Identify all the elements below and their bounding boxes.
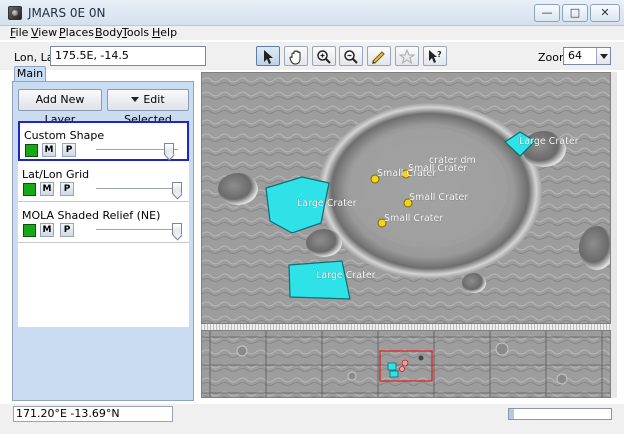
opacity-slider-thumb[interactable] [172,182,182,194]
layer-panner-toggle[interactable]: P [60,223,74,237]
maximize-button[interactable]: □ [562,4,588,22]
overview-shape [389,370,399,378]
zoom-select[interactable]: 64 [563,47,611,65]
layer-visibility-toggle[interactable] [23,183,36,196]
measure-ruler-icon[interactable] [367,46,391,66]
opacity-slider-thumb[interactable] [164,143,174,155]
crater-west [218,173,258,205]
edit-selected-button[interactable]: Edit Selected [107,89,189,126]
overview-shape [387,362,397,371]
overview-crater [495,342,509,356]
layer-row-mola-shaded-relief[interactable]: MOLA Shaded Relief (NE) M P [18,203,189,243]
layer-visibility-toggle[interactable] [23,224,36,237]
chevron-down-icon[interactable] [596,48,610,64]
map-label: Small Crater [384,213,443,224]
add-layer-button[interactable]: Add New Layer [18,89,102,126]
layer-main-toggle[interactable]: M [42,143,56,157]
layers-list: Custom Shape M P Lat/Lon Grid M P MOLA S… [18,121,189,327]
overview-canvas[interactable] [202,331,611,398]
map-label: Large Crater [519,136,579,147]
svg-text:?: ? [437,50,442,59]
progress-fill [509,409,514,419]
layer-name: Custom Shape [24,129,105,142]
overview-point [401,359,409,367]
menu-help[interactable]: Help [152,26,177,40]
tab-main[interactable]: Main [14,66,46,82]
lonlat-input[interactable]: 175.5E, -14.5 [50,46,206,66]
layer-main-toggle[interactable]: M [40,182,54,196]
dropdown-arrow-icon [131,97,140,102]
opacity-slider-thumb[interactable] [172,223,182,235]
map-canvas[interactable]: Large Crater Large Crater Large Crater c… [202,73,611,324]
opacity-slider-track[interactable] [96,188,178,190]
layer-panner-toggle[interactable]: P [60,182,74,196]
map-view[interactable]: Large Crater Large Crater Large Crater c… [201,72,611,324]
crater-south [462,273,486,293]
map-label: Small Crater [409,192,468,203]
map-edge [611,72,617,398]
star-icon[interactable] [395,46,419,66]
zoom-value: 64 [568,49,582,62]
crater-floor [348,128,508,248]
title-bar: JMARS 0E 0N — □ ✕ [0,0,624,26]
menu-body[interactable]: Body [95,26,123,40]
layer-main-toggle[interactable]: M [40,223,54,237]
toolbar: Lon, Lat 175.5E, -14.5 ? Zoom: [0,42,624,70]
menu-tools[interactable]: Tools [122,26,149,40]
menu-view[interactable]: View [31,26,57,40]
overview-point [399,366,405,372]
layer-row-lat-lon-grid[interactable]: Lat/Lon Grid M P [18,162,189,202]
layer-manager-panel: Add New Layer Edit Selected Custom Shape… [12,81,194,401]
minimize-button[interactable]: — [534,4,560,22]
overview-crater [556,373,568,385]
layer-panner-toggle[interactable]: P [62,143,76,157]
cursor-coordinates: 171.20°E -13.69°N [13,406,173,422]
overview-crater [236,345,248,357]
window-title: JMARS 0E 0N [28,6,106,20]
layer-row-custom-shape[interactable]: Custom Shape M P [18,121,189,161]
map-label: Small Crater [408,163,467,174]
overview-map[interactable] [201,330,611,398]
menu-bar: File View Places Body Tools Help [0,26,624,40]
overview-crater [347,371,357,381]
menu-places[interactable]: Places [59,26,94,40]
close-button[interactable]: ✕ [590,4,620,22]
menu-file[interactable]: File [10,26,28,40]
zoom-out-icon[interactable] [339,46,363,66]
map-label: Large Crater [297,198,357,209]
select-arrow-icon[interactable] [256,46,280,66]
opacity-slider-track[interactable] [96,229,178,231]
map-label: Large Crater [316,270,376,281]
progress-bar [508,408,612,420]
layer-name: MOLA Shaded Relief (NE) [22,209,161,222]
zoom-in-icon[interactable] [312,46,336,66]
layer-name: Lat/Lon Grid [22,168,90,181]
layer-visibility-toggle[interactable] [25,144,38,157]
pan-hand-icon[interactable] [284,46,308,66]
crater-southwest [306,229,342,257]
help-pointer-icon[interactable]: ? [423,46,447,66]
overview-crater [418,355,424,361]
app-icon [8,6,22,20]
